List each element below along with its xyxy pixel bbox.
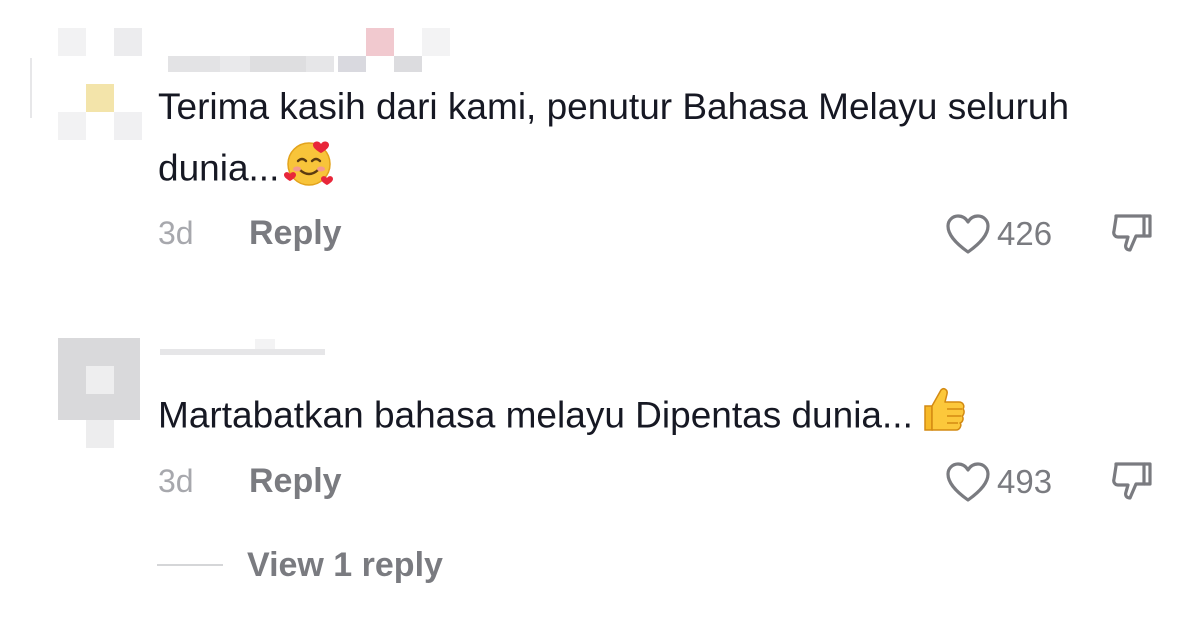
reply-button[interactable]: Reply: [249, 462, 342, 501]
like-button[interactable]: 493: [945, 460, 1052, 504]
comment-text: Martabatkan bahasa melayu Dipentas dunia…: [158, 384, 1158, 451]
avatar[interactable]: [58, 338, 168, 448]
username-redacted[interactable]: [168, 28, 453, 72]
comment-text-content: Martabatkan bahasa melayu Dipentas dunia…: [158, 394, 913, 436]
heart-outline-icon: [945, 213, 991, 255]
comment-item: Terima kasih dari kami, penutur Bahasa M…: [0, 0, 1200, 300]
view-replies-label: View 1 reply: [247, 545, 443, 584]
avatar[interactable]: [30, 28, 142, 140]
comment-text: Terima kasih dari kami, penutur Bahasa M…: [158, 78, 1118, 205]
divider-line: [157, 564, 223, 566]
dislike-button[interactable]: [1108, 210, 1156, 258]
username-redacted[interactable]: [160, 339, 330, 365]
dislike-button[interactable]: [1108, 458, 1156, 506]
thumbs-down-icon: [1108, 214, 1156, 262]
like-button[interactable]: 426: [945, 212, 1052, 256]
view-replies-button[interactable]: View 1 reply: [157, 540, 443, 590]
thumbs-down-icon: [1108, 462, 1156, 510]
comment-time: 3d: [158, 463, 194, 499]
comment-time: 3d: [158, 215, 194, 251]
thumbs-up-icon: [917, 384, 967, 451]
smiling-face-with-hearts-icon: [283, 136, 335, 205]
like-count: 493: [997, 463, 1053, 500]
reply-button[interactable]: Reply: [249, 214, 342, 253]
heart-outline-icon: [945, 461, 991, 503]
like-count: 426: [997, 215, 1053, 252]
